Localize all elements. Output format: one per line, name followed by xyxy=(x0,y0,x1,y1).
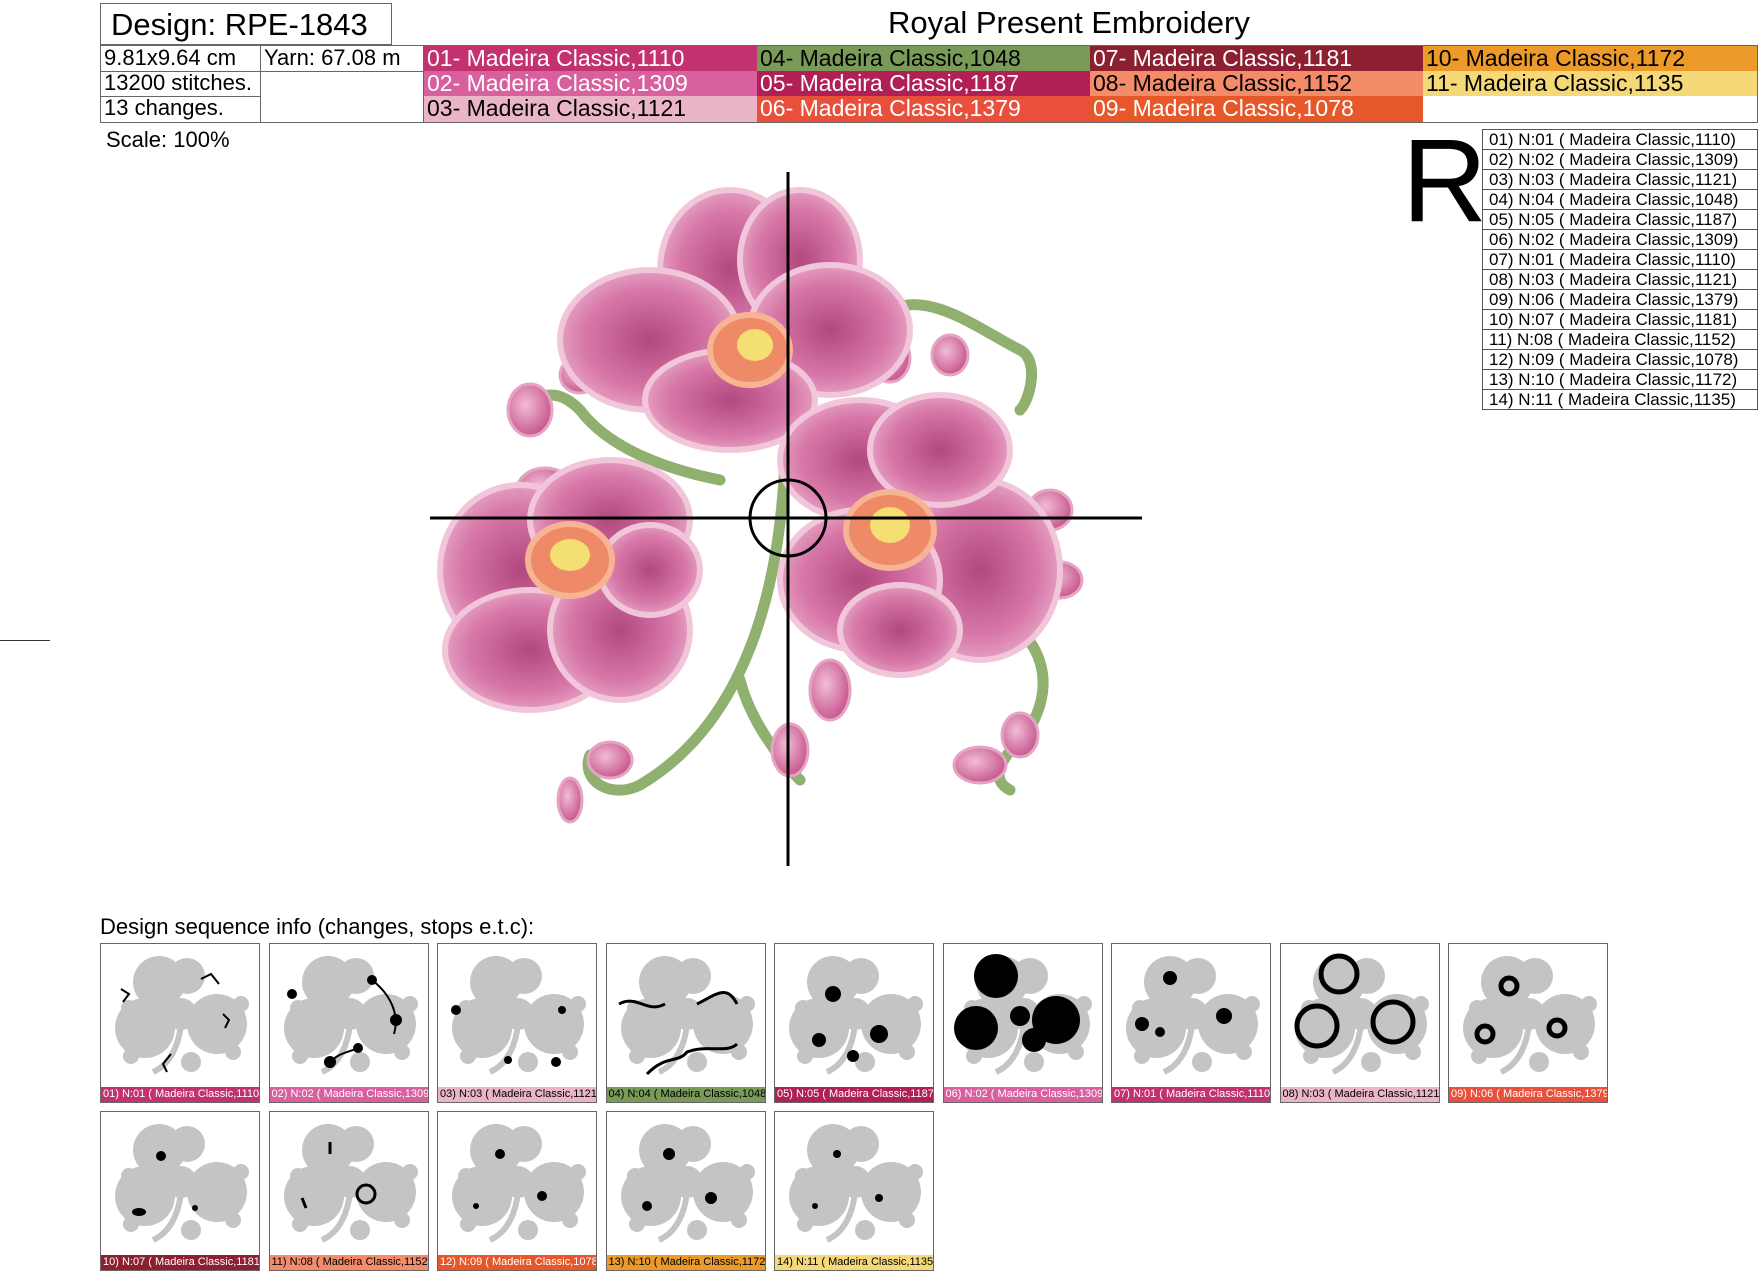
thumbnail-caption: 02) N:02 ( Madeira Classic,1309 xyxy=(269,1087,428,1102)
sequence-list-item: 12) N:09 ( Madeira Classic,1078) xyxy=(1482,349,1758,370)
design-size: 9.81x9.64 cm xyxy=(101,46,261,72)
thumbnail-caption: 09) N:06 ( Madeira Classic,1379 xyxy=(1449,1087,1607,1102)
change-count: 13 changes. xyxy=(101,96,261,123)
sequence-list-item: 10) N:07 ( Madeira Classic,1181) xyxy=(1482,309,1758,330)
sequence-list: 01) N:01 ( Madeira Classic,1110) 02) N:02… xyxy=(1482,129,1758,410)
design-id: Design: RPE-1843 xyxy=(111,7,368,42)
sequence-thumbnail: 13) N:10 ( Madeira Classic,1172 xyxy=(605,1111,766,1271)
thumbnail-drawing xyxy=(620,1124,755,1243)
thumbnail-caption: 06) N:02 ( Madeira Classic,1309 xyxy=(943,1087,1102,1102)
thumbnail-caption: 07) N:01 ( Madeira Classic,1110 xyxy=(1112,1087,1270,1102)
thumbnail-caption: 11) N:08 ( Madeira Classic,1152 xyxy=(269,1255,428,1270)
sequence-list-item: 09) N:06 ( Madeira Classic,1379) xyxy=(1482,289,1758,310)
stitch-count: 13200 stitches. xyxy=(101,71,261,97)
color-cell: 09- Madeira Classic,1078 xyxy=(1090,96,1423,122)
thumbnail-caption: 13) N:10 ( Madeira Classic,1172 xyxy=(606,1255,765,1270)
sequence-thumbnail: 10) N:07 ( Madeira Classic,1181 xyxy=(100,1111,260,1271)
orientation-letter: R xyxy=(1402,115,1488,247)
thumbnail-drawing xyxy=(452,1124,586,1243)
thumbnail-drawing xyxy=(789,956,923,1075)
sequence-thumbnail: 08) N:03 ( Madeira Classic,1121 xyxy=(1279,943,1440,1103)
sequence-thumbnail: 05) N:05 ( Madeira Classic,1187 xyxy=(774,943,934,1103)
color-cell: 04- Madeira Classic,1048 xyxy=(757,46,1090,71)
thumbnail-drawing xyxy=(1463,956,1597,1075)
embroidery-preview xyxy=(430,172,1142,866)
thumbnail-drawing xyxy=(1126,956,1260,1075)
sequence-list-item: 14) N:11 ( Madeira Classic,1135) xyxy=(1482,389,1758,410)
sequence-thumbnail: 04) N:04 ( Madeira Classic,1048 xyxy=(605,943,766,1103)
sequence-thumbnail: 06) N:02 ( Madeira Classic,1309 xyxy=(942,943,1103,1103)
sequence-thumbnail: 12) N:09 ( Madeira Classic,1078 xyxy=(437,1111,597,1271)
info-empty-cell xyxy=(261,71,425,123)
sequence-list-item: 13) N:10 ( Madeira Classic,1172) xyxy=(1482,369,1758,390)
sequence-list-item: 06) N:02 ( Madeira Classic,1309) xyxy=(1482,229,1758,250)
sequence-list-item: 03) N:03 ( Madeira Classic,1121) xyxy=(1482,169,1758,190)
brand-title: Royal Present Embroidery xyxy=(888,5,1250,40)
thumbnail-drawing xyxy=(283,1124,418,1243)
color-table: 01- Madeira Classic,1110 02- Madeira Cla… xyxy=(423,45,1758,123)
sequence-list-item: 01) N:01 ( Madeira Classic,1110) xyxy=(1482,129,1758,150)
sequence-thumbnail: 11) N:08 ( Madeira Classic,1152 xyxy=(268,1111,429,1271)
color-cell: 02- Madeira Classic,1309 xyxy=(424,71,757,96)
sequence-thumbnail: 01) N:01 ( Madeira Classic,1110 xyxy=(100,943,260,1103)
sequence-list-item: 02) N:02 ( Madeira Classic,1309) xyxy=(1482,149,1758,170)
thumbnail-drawing xyxy=(115,1124,249,1243)
sequence-thumbnail: 14) N:11 ( Madeira Classic,1135 xyxy=(774,1111,934,1271)
thumbnail-drawing xyxy=(451,956,586,1075)
thumbnail-drawing xyxy=(1294,953,1429,1075)
thumbnail-drawing xyxy=(115,956,249,1075)
orchid-left xyxy=(437,457,703,713)
color-cell: 05- Madeira Classic,1187 xyxy=(757,71,1090,96)
design-id-box: Design: RPE-1843 xyxy=(100,3,392,45)
color-cell: 11- Madeira Classic,1135 xyxy=(1423,71,1757,96)
thumbnail-drawing xyxy=(283,956,418,1075)
yarn-length: Yarn: 67.08 m xyxy=(261,46,425,72)
thumbnail-caption: 01) N:01 ( Madeira Classic,1110 xyxy=(101,1087,259,1102)
sequence-thumbnail: 07) N:01 ( Madeira Classic,1110 xyxy=(1111,943,1271,1103)
sequence-heading: Design sequence info (changes, stops e.t… xyxy=(100,914,535,939)
design-info-table: 9.81x9.64 cm Yarn: 67.08 m 13200 stitche… xyxy=(100,45,425,123)
edge-tick xyxy=(0,640,50,641)
color-cell: 06- Madeira Classic,1379 xyxy=(757,96,1090,122)
sequence-thumbnail: 03) N:03 ( Madeira Classic,1121 xyxy=(437,943,597,1103)
thumbnail-caption: 08) N:03 ( Madeira Classic,1121 xyxy=(1280,1087,1439,1102)
color-cell: 10- Madeira Classic,1172 xyxy=(1423,46,1757,71)
thumbnail-caption: 05) N:05 ( Madeira Classic,1187 xyxy=(775,1087,933,1102)
scale-label: Scale: 100% xyxy=(106,127,230,152)
color-cell: 01- Madeira Classic,1110 xyxy=(424,46,757,71)
thumbnail-drawing xyxy=(953,954,1092,1075)
thumbnail-caption: 10) N:07 ( Madeira Classic,1181 xyxy=(101,1255,259,1270)
thumbnail-caption: 04) N:04 ( Madeira Classic,1048 xyxy=(606,1087,765,1102)
sequence-list-item: 07) N:01 ( Madeira Classic,1110) xyxy=(1482,249,1758,270)
color-cell: 07- Madeira Classic,1181 xyxy=(1090,46,1423,71)
sequence-list-item: 11) N:08 ( Madeira Classic,1152) xyxy=(1482,329,1758,350)
thumbnail-caption: 14) N:11 ( Madeira Classic,1135 xyxy=(775,1255,933,1270)
color-cell: 03- Madeira Classic,1121 xyxy=(424,96,757,122)
color-cell: 08- Madeira Classic,1152 xyxy=(1090,71,1423,96)
thumbnail-drawing xyxy=(617,956,755,1076)
thumbnail-caption: 03) N:03 ( Madeira Classic,1121 xyxy=(438,1087,596,1102)
thumbnail-caption: 12) N:09 ( Madeira Classic,1078 xyxy=(438,1255,596,1270)
sequence-list-item: 05) N:05 ( Madeira Classic,1187) xyxy=(1482,209,1758,230)
sequence-list-item: 08) N:03 ( Madeira Classic,1121) xyxy=(1482,269,1758,290)
sequence-list-item: 04) N:04 ( Madeira Classic,1048) xyxy=(1482,189,1758,210)
sequence-thumbnail: 02) N:02 ( Madeira Classic,1309 xyxy=(268,943,429,1103)
sequence-thumbnail: 09) N:06 ( Madeira Classic,1379 xyxy=(1448,943,1608,1103)
thumbnail-drawing xyxy=(789,1124,923,1243)
